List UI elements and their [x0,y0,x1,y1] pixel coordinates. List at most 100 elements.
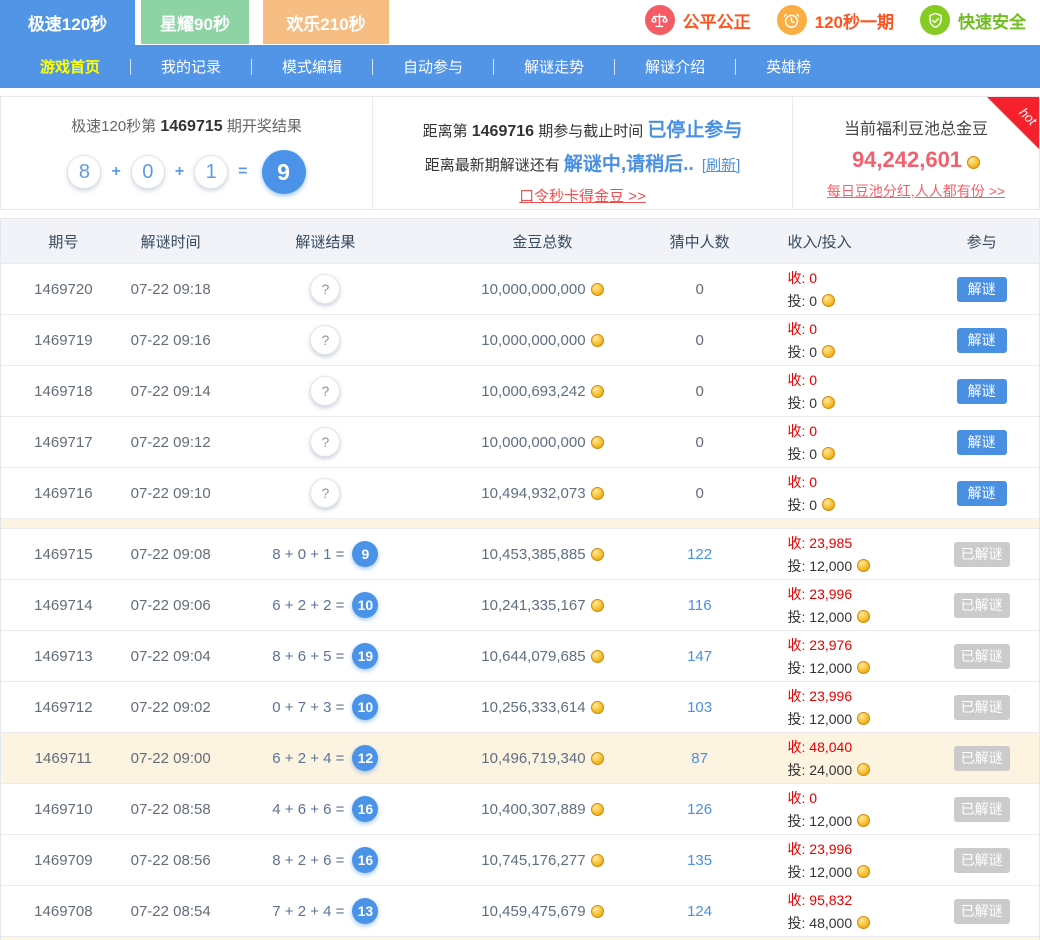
guessers-cell: 135 [650,852,750,869]
guessers-count[interactable]: 126 [687,801,712,818]
result-cell: ? [216,274,436,304]
guessers-count[interactable]: 124 [687,903,712,920]
beans-total: 10,453,385,885 [481,546,585,563]
income-cell: 收: 23,996投: 12,000 [750,584,925,627]
main-navbar: 游戏首页我的记录模式编辑自动参与解谜走势解谜介绍英雄榜 [0,45,1040,88]
nav-item-5[interactable]: 解谜介绍 [615,56,735,77]
equals-sign: = [238,163,247,181]
solved-button: 已解谜 [954,593,1010,618]
beans-cell: 10,256,333,614 [435,699,650,716]
period-number: 1469719 [34,332,92,349]
result-formula: 8 + 6 + 5 = [272,648,344,665]
solve-button[interactable]: 解谜 [957,328,1007,353]
trust-badges: 公平公正120秒一期快速安全 [645,5,1026,35]
table-header-row: 期号解谜时间解谜结果金豆总数猜中人数收入/投入参与 [1,219,1039,263]
solving-prefix: 距离最新期解谜还有 [425,157,560,174]
income-invest-wrap: 收: 0投: 12,000 [788,788,871,831]
invest-line: 投: 12,000 [788,658,871,678]
period-cell: 1469719 [1,332,126,349]
solve-button[interactable]: 解谜 [957,481,1007,506]
nav-item-6[interactable]: 英雄榜 [736,56,841,77]
income-line: 收: 23,996 [788,686,871,706]
nav-item-0[interactable]: 游戏首页 [10,56,130,77]
pending-result-circle: ? [310,325,340,355]
table-row: 146972007-22 09:18?10,000,000,0000收: 0投:… [1,263,1039,314]
table-row: 146970907-22 08:568 + 2 + 6 =1610,745,17… [1,834,1039,885]
result-cell: 0 + 7 + 3 =10 [216,694,436,720]
nav-item-4[interactable]: 解谜走势 [494,56,614,77]
nav-item-1[interactable]: 我的记录 [131,56,251,77]
promo-password-card-link[interactable]: 口令秒卡得金豆 >> [519,185,646,206]
guessers-count: 0 [695,281,703,298]
trust-badge-2: 快速安全 [920,5,1026,35]
income-cell: 收: 23,985投: 12,000 [750,533,925,576]
result-title-suffix: 期开奖结果 [227,118,302,135]
game-tab-0-active[interactable]: 极速120秒 [0,0,135,45]
guessers-cell: 87 [650,750,750,767]
pending-result-circle: ? [310,376,340,406]
daily-dividend-link[interactable]: 每日豆池分红,人人都有份 >> [827,181,1005,201]
coin-icon [591,385,604,398]
action-cell: 已解谜 [924,542,1039,567]
result-sum-badge: 13 [352,898,378,924]
beans-cell: 10,453,385,885 [435,546,650,563]
beans-total: 10,400,307,889 [481,801,585,818]
draw-time: 07-22 08:56 [131,852,211,869]
solve-button[interactable]: 解谜 [957,430,1007,455]
action-cell: 已解谜 [924,695,1039,720]
result-sum-circle: 9 [262,150,306,194]
guessers-count[interactable]: 122 [687,546,712,563]
solve-button[interactable]: 解谜 [957,379,1007,404]
column-header-4: 金豆总数 [435,231,650,252]
table-row: 146971707-22 09:12?10,000,000,0000收: 0投:… [1,416,1039,467]
guessers-count[interactable]: 135 [687,852,712,869]
period-cell: 1469720 [1,281,126,298]
income-cell: 收: 0投: 0 [750,268,925,311]
refresh-link[interactable]: [刷新] [702,157,740,174]
coin-icon [591,436,604,449]
guessers-count[interactable]: 116 [688,597,712,614]
solve-button[interactable]: 解谜 [957,277,1007,302]
period-number: 1469711 [35,750,92,767]
solving-line: 距离最新期解谜还有 解谜中,请稍后.. [刷新] [373,149,792,176]
time-cell: 07-22 09:10 [126,485,216,502]
guessers-count[interactable]: 87 [691,750,708,767]
action-cell: 解谜 [924,430,1039,455]
invest-line: 投: 0 [788,291,836,311]
beans-cell: 10,000,000,000 [435,281,650,298]
draw-time: 07-22 09:10 [131,485,211,502]
time-cell: 07-22 08:54 [126,903,216,920]
game-tab-2[interactable]: 欢乐210秒 [263,0,389,44]
income-invest-wrap: 收: 23,996 投: 12,000 [788,686,871,729]
income-cell: 收: 23,996投: 12,000 [750,839,925,882]
beans-total: 10,496,719,340 [481,750,585,767]
coin-icon [857,865,870,878]
coin-icon [857,661,870,674]
guessers-count[interactable]: 147 [687,648,712,665]
nav-item-2[interactable]: 模式编辑 [252,56,372,77]
latest-result-section: 极速120秒第 1469715 期开奖结果 8+0+1=9 [1,97,373,209]
income-cell: 收: 0投: 0 [750,370,925,413]
result-cell: 6 + 2 + 2 =10 [216,592,436,618]
guessers-count[interactable]: 103 [687,699,712,716]
pending-result-circle: ? [310,274,340,304]
result-formula: 7 + 2 + 4 = [272,903,344,920]
invest-line: 投: 12,000 [788,811,871,831]
period-number: 1469717 [34,434,92,451]
period-cell: 1469708 [1,903,126,920]
invest-line: 投: 12,000 [788,709,871,729]
beans-total: 10,000,000,000 [481,434,585,451]
nav-item-3[interactable]: 自动参与 [373,56,493,77]
game-tab-1[interactable]: 星耀90秒 [141,0,249,44]
table-row: 146971307-22 09:048 + 6 + 5 =1910,644,07… [1,630,1039,681]
guessers-cell: 0 [650,383,750,400]
beans-total: 10,000,693,242 [481,383,585,400]
beans-total: 10,000,000,000 [481,281,585,298]
action-cell: 已解谜 [924,644,1039,669]
result-cell: 8 + 0 + 1 =9 [216,541,436,567]
coin-icon [857,916,870,929]
income-cell: 收: 0投: 0 [750,421,925,464]
table-row: 146971207-22 09:020 + 7 + 3 =1010,256,33… [1,681,1039,732]
coin-icon [591,599,604,612]
solved-button: 已解谜 [954,695,1010,720]
